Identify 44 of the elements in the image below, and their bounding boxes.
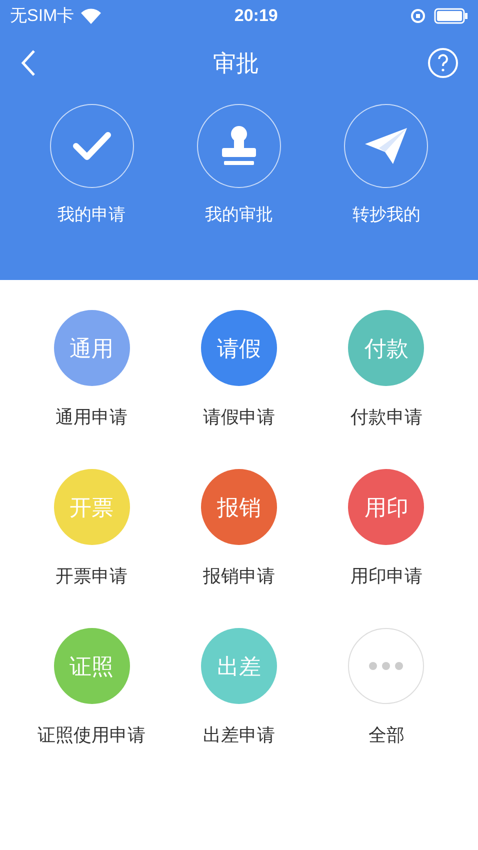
back-chevron-icon <box>20 49 36 77</box>
app-badge-icon: 用印 <box>348 469 424 545</box>
wifi-icon <box>80 8 102 24</box>
app-label: 证照使用申请 <box>38 724 146 747</box>
app-label: 报销申请 <box>202 565 275 588</box>
quick-action-label: 我的审批 <box>204 204 273 226</box>
app-badge-icon: 出差 <box>200 628 277 704</box>
app-label: 全部 <box>368 724 404 747</box>
app-badge-icon: 报销 <box>200 469 277 545</box>
app-tile[interactable]: 证照 证照使用申请 <box>18 628 166 749</box>
app-label: 付款申请 <box>350 406 422 429</box>
quick-action-label: 转抄我的 <box>352 204 420 226</box>
help-icon <box>437 54 449 72</box>
app-badge-icon: 开票 <box>54 469 130 545</box>
app-tile[interactable]: 付款 付款申请 <box>312 310 460 431</box>
rotation-lock-icon <box>410 8 426 24</box>
app-badge-icon: 请假 <box>200 310 277 386</box>
app-badge-icon: 通用 <box>54 310 130 386</box>
app-tile[interactable]: 出差 出差申请 <box>165 628 313 749</box>
app-label: 通用申请 <box>56 406 128 429</box>
app-tile[interactable]: 开票 开票申请 <box>18 469 166 590</box>
app-label: 出差申请 <box>202 724 275 747</box>
clock-time: 20:19 <box>234 5 278 28</box>
app-tile[interactable]: 用印 用印申请 <box>312 469 460 590</box>
page-title: 审批 <box>213 48 259 78</box>
quick-action[interactable]: 我的审批 <box>165 104 313 228</box>
app-tile[interactable]: 报销 报销申请 <box>165 469 313 590</box>
carrier-label: 无SIM卡 <box>10 5 74 28</box>
app-tile[interactable]: 请假 请假申请 <box>165 310 313 431</box>
checkmark-icon <box>72 131 112 161</box>
app-label: 用印申请 <box>350 565 422 588</box>
app-badge-icon: 证照 <box>54 628 130 704</box>
help-button[interactable] <box>428 48 458 78</box>
app-label: 请假申请 <box>202 406 275 429</box>
app-badge-icon: 付款 <box>348 310 424 386</box>
paper-plane-icon <box>363 126 410 166</box>
battery-icon <box>434 8 468 24</box>
more-icon <box>348 628 424 704</box>
app-tile[interactable]: 全部 <box>312 628 460 749</box>
quick-action-label: 我的申请 <box>58 204 126 226</box>
quick-action[interactable]: 我的申请 <box>18 104 166 228</box>
app-tile[interactable]: 通用 通用申请 <box>18 310 166 431</box>
app-label: 开票申请 <box>56 565 128 588</box>
quick-action[interactable]: 转抄我的 <box>312 104 460 228</box>
